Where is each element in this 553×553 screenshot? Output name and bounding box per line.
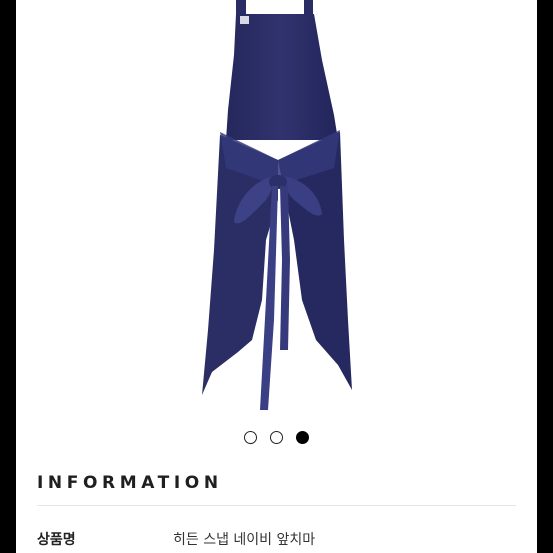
carousel-dot-2[interactable]	[270, 431, 283, 444]
apron-bib	[226, 14, 338, 140]
apron-label-tag	[240, 16, 249, 24]
carousel-dot-1[interactable]	[244, 431, 257, 444]
screen: INFORMATION 상품명 히든 스냅 네이비 앞치마	[0, 0, 553, 553]
carousel-pagination	[16, 431, 537, 444]
product-card: INFORMATION 상품명 히든 스냅 네이비 앞치마	[16, 0, 537, 553]
product-image[interactable]	[16, 0, 537, 420]
information-heading: INFORMATION	[37, 473, 223, 493]
info-label-product-name: 상품명	[37, 532, 76, 548]
info-row-product-name: 상품명 히든 스냅 네이비 앞치마	[37, 529, 517, 553]
information-divider	[37, 505, 516, 506]
apron-tie-right	[280, 186, 290, 350]
info-value-product-name: 히든 스냅 네이비 앞치마	[173, 532, 316, 548]
carousel-dot-3-active[interactable]	[296, 431, 309, 444]
